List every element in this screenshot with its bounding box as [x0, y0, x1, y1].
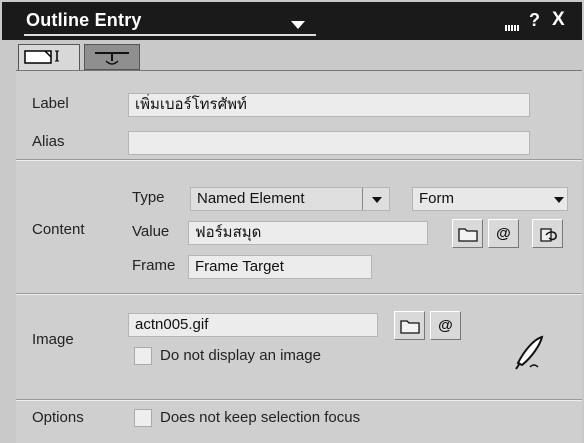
properties-panel: Label เพิ่มเบอร์โทรศัพท์ Alias Content T…	[16, 70, 582, 443]
type-select-value: Named Element	[197, 190, 305, 207]
content-caption: Content	[32, 221, 85, 238]
folder-icon	[399, 319, 420, 334]
options-section: Options Does not keep selection focus	[16, 399, 582, 443]
no-image-label: Do not display an image	[160, 347, 321, 364]
label-field[interactable]: เพิ่มเบอร์โทรศัพท์	[128, 93, 530, 117]
frame-field[interactable]: Frame Target	[188, 255, 372, 279]
no-image-checkbox[interactable]	[134, 347, 152, 365]
quill-icon[interactable]	[512, 333, 546, 373]
title-dropdown-icon[interactable]	[291, 21, 305, 29]
keep-focus-checkbox[interactable]	[134, 409, 152, 427]
title-underline	[24, 34, 316, 36]
title-bar: Outline Entry ? X	[2, 2, 582, 40]
browse-folder-button[interactable]	[452, 219, 483, 248]
type-kind-select[interactable]: Form	[412, 187, 568, 211]
page-icon	[24, 50, 59, 64]
formula-button[interactable]: @	[488, 219, 519, 248]
frame-caption: Frame	[132, 257, 176, 274]
type-select-divider	[362, 188, 363, 210]
folder-icon	[457, 227, 478, 242]
alias-caption: Alias	[32, 133, 65, 150]
alias-field[interactable]	[128, 131, 530, 155]
type-caption: Type	[132, 189, 165, 206]
link-icon	[539, 227, 557, 242]
value-field[interactable]: ฟอร์มสมุด	[188, 221, 428, 245]
hat-icon	[95, 52, 129, 65]
type-kind-dropdown-icon[interactable]	[554, 197, 564, 203]
label-section: Label เพิ่มเบอร์โทรศัพท์ Alias	[16, 71, 582, 161]
type-kind-value: Form	[419, 190, 454, 207]
paste-link-button[interactable]	[532, 219, 563, 248]
tab-advanced[interactable]	[84, 44, 140, 70]
pin-icon[interactable]	[505, 18, 523, 31]
window-title: Outline Entry	[26, 10, 142, 30]
image-caption: Image	[32, 331, 74, 348]
help-icon[interactable]: ?	[529, 10, 540, 31]
image-file-field[interactable]: actn005.gif	[128, 313, 378, 337]
label-caption: Label	[32, 95, 69, 112]
at-icon: @	[496, 225, 511, 242]
value-caption: Value	[132, 223, 170, 240]
image-formula-button[interactable]: @	[430, 311, 461, 340]
close-icon[interactable]: X	[552, 9, 565, 31]
image-section: Image actn005.gif @ Do not display an im…	[16, 293, 582, 401]
type-select[interactable]: Named Element	[190, 187, 390, 211]
options-caption: Options	[32, 409, 84, 426]
keep-focus-label: Does not keep selection focus	[160, 409, 361, 426]
at-icon: @	[438, 317, 453, 334]
image-browse-button[interactable]	[394, 311, 425, 340]
tab-basics[interactable]	[18, 44, 80, 72]
type-dropdown-icon[interactable]	[372, 197, 382, 203]
content-section: Content Type Named Element Form Value ฟอ…	[16, 159, 582, 295]
